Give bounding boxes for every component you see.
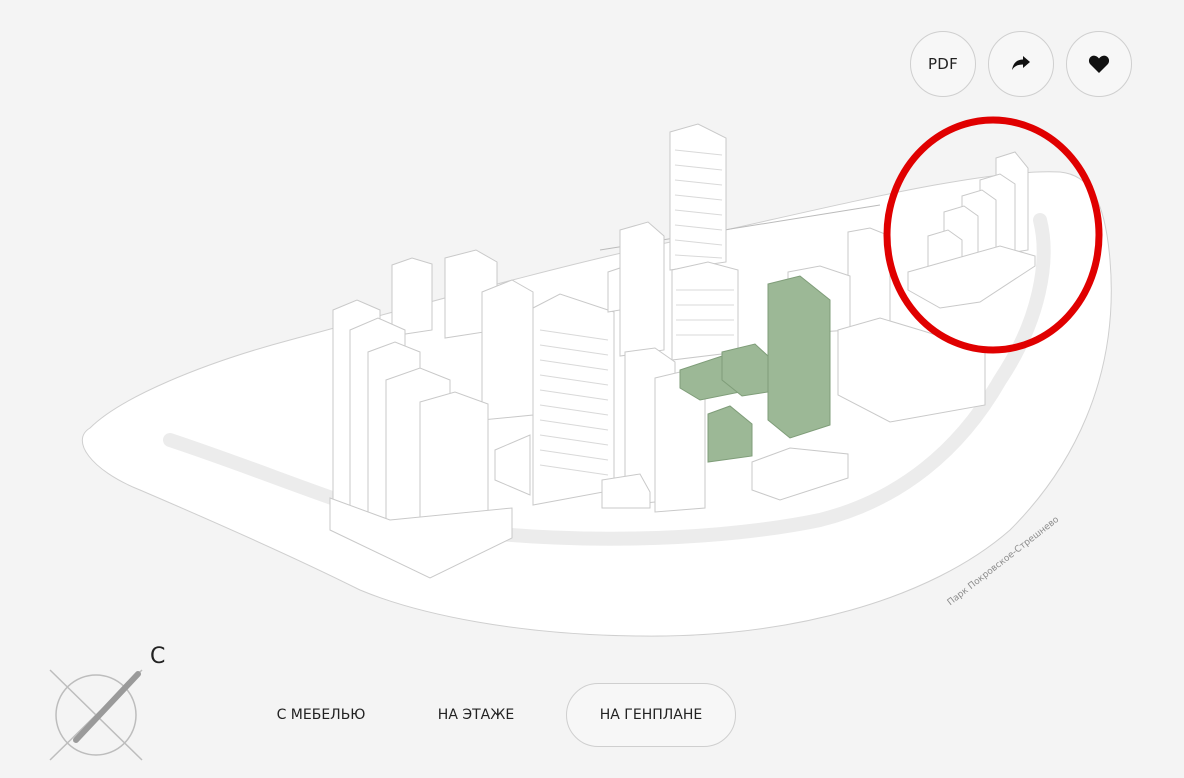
compass-needle <box>73 671 141 743</box>
compass-north-letter: С <box>150 644 166 669</box>
heart-icon <box>1088 55 1110 73</box>
share-button[interactable] <box>988 31 1054 97</box>
building <box>419 391 489 531</box>
tab-on-masterplan[interactable]: НА ГЕНПЛАНЕ <box>566 683 736 747</box>
building <box>481 279 534 421</box>
favorite-button[interactable] <box>1066 31 1132 97</box>
tab-with-furniture[interactable]: С МЕБЕЛЬЮ <box>256 683 386 747</box>
building <box>619 221 665 357</box>
pdf-button[interactable]: PDF <box>910 31 976 97</box>
view-tabs: С МЕБЕЛЬЮ НА ЭТАЖЕ НА ГЕНПЛАНЕ <box>256 683 736 747</box>
masterplan-view <box>81 116 1112 637</box>
building <box>607 267 621 313</box>
building <box>391 257 433 337</box>
share-arrow-icon <box>1012 56 1030 70</box>
pdf-label: PDF <box>927 55 959 73</box>
top-actions: PDF <box>910 31 1132 97</box>
building <box>671 261 739 361</box>
building-podium <box>601 473 651 509</box>
tab-on-floor[interactable]: НА ЭТАЖЕ <box>386 683 566 747</box>
